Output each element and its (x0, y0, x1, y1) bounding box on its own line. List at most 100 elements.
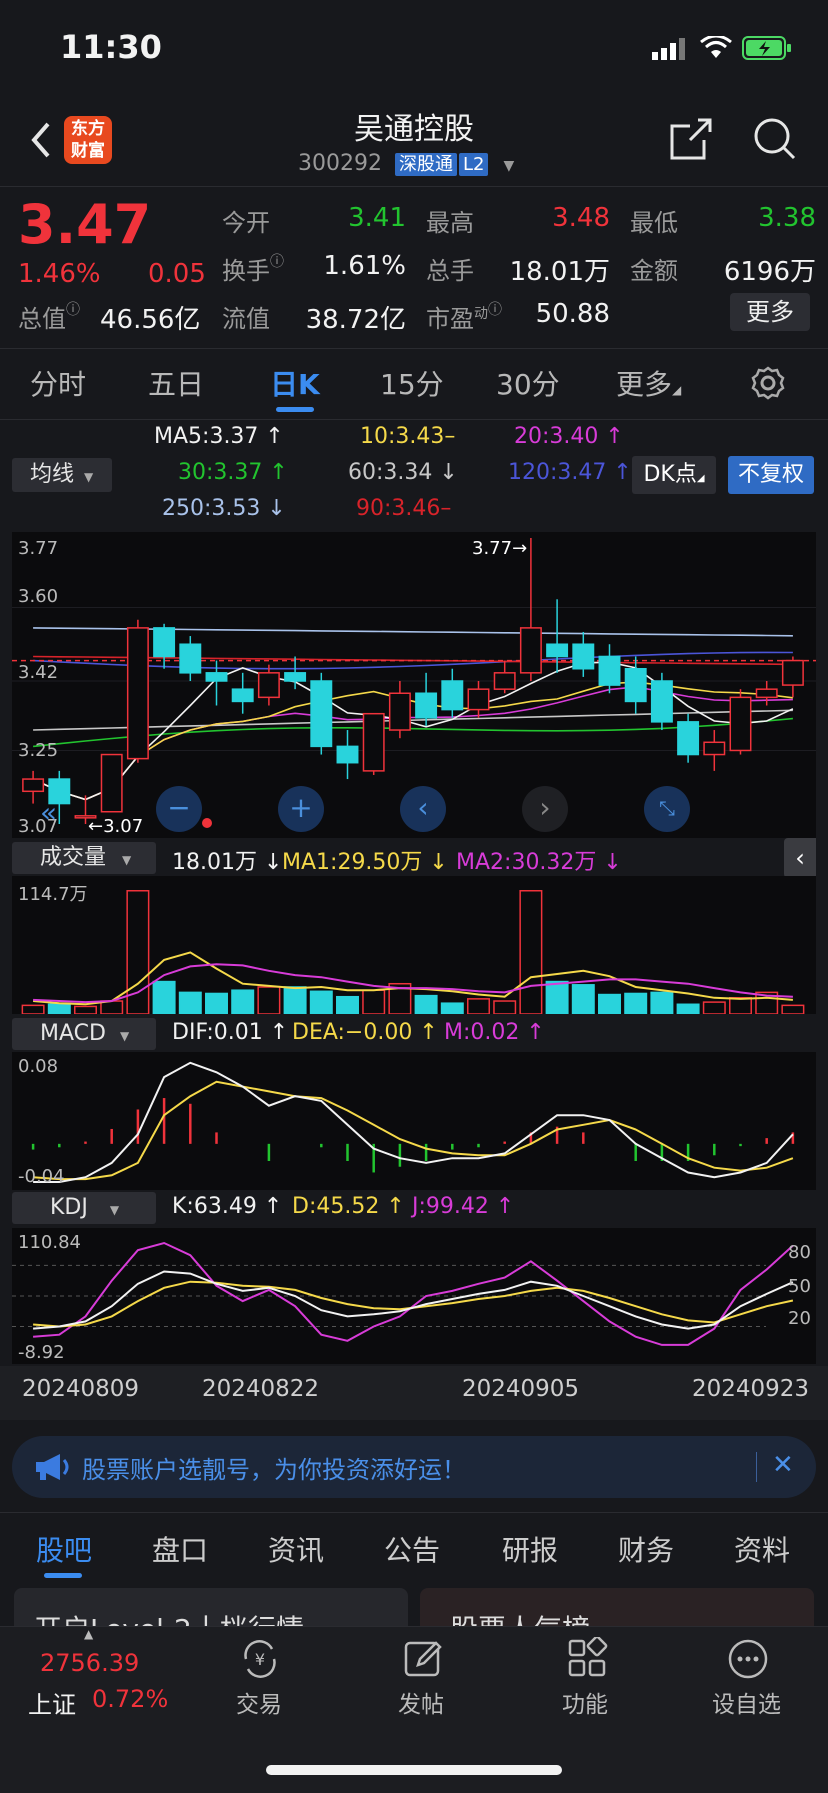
volume-value: 18.01万 ↓ (172, 850, 283, 875)
promo-banner[interactable]: 股票账户选靓号，为你投资添好运！ ✕ (12, 1436, 816, 1498)
adjust-button[interactable]: 不复权 (728, 456, 814, 494)
macd-axis-max: 0.08 (18, 1056, 59, 1077)
up-arrow-icon: ▲ (84, 1627, 94, 1641)
tab-wuri[interactable]: 五日 (148, 363, 204, 403)
volume-ma1: MA1:29.50万 ↓ (282, 850, 448, 875)
dk-button[interactable]: DK点◢ (632, 456, 716, 494)
volume-bar (336, 995, 359, 1014)
megaphone-icon (32, 1452, 72, 1482)
bottom-bar: ▲ 2756.39 上证 0.72% ¥ 交易 发帖 功能 设自选 (0, 1626, 828, 1793)
scroll-left-double-icon[interactable]: « (40, 796, 57, 829)
ma90-legend: 90:3.46– (356, 496, 452, 521)
volume-bar (100, 1000, 124, 1014)
candle-body (362, 712, 385, 772)
add-watchlist-icon[interactable] (726, 1637, 770, 1681)
level2-card[interactable]: 开启Level-2十档行情 (14, 1588, 408, 1628)
tab-guba[interactable]: 股吧 (36, 1529, 92, 1569)
low-value: 3.38 (758, 203, 816, 233)
index-name: 上证 (28, 1691, 76, 1719)
volume-bar (205, 992, 228, 1014)
more-button[interactable]: 更多 (730, 293, 810, 331)
open-label: 今开 (222, 209, 270, 237)
ma120-legend: 120:3.47 ↑ (508, 460, 632, 485)
post-icon[interactable] (402, 1637, 446, 1681)
ma5-legend: MA5:3.37 ↑ (154, 424, 284, 449)
post-label[interactable]: 发帖 (398, 1685, 444, 1719)
search-icon[interactable] (752, 116, 798, 162)
zoom-out-button[interactable]: − (156, 786, 202, 832)
watchlist-label[interactable]: 设自选 (712, 1685, 781, 1719)
volume-bar (781, 1004, 805, 1014)
trade-icon[interactable]: ¥ (238, 1637, 282, 1681)
info-icon[interactable]: ⓘ (270, 254, 284, 270)
info-icon[interactable]: ⓘ (66, 302, 80, 318)
info-icon[interactable]: ⓘ (488, 302, 502, 318)
macd-chart[interactable] (12, 1052, 816, 1190)
candle-body (546, 643, 569, 658)
tab-yanbao[interactable]: 研报 (502, 1529, 558, 1569)
close-icon[interactable]: ✕ (772, 1450, 794, 1480)
collapse-panel-button[interactable]: ‹ (784, 838, 816, 878)
panel-background (12, 1052, 816, 1190)
scroll-left-button[interactable]: ‹ (400, 786, 446, 832)
tab-30min[interactable]: 30分 (496, 363, 560, 403)
tab-more[interactable]: 更多◢ (616, 363, 681, 403)
tab-zixun[interactable]: 资讯 (268, 1529, 324, 1569)
macd-m: M:0.02 ↑ (444, 1020, 545, 1045)
index-change: 0.72% (92, 1685, 169, 1713)
share-icon[interactable] (668, 116, 714, 162)
volume-chart[interactable] (12, 876, 816, 1014)
candle-body (441, 680, 464, 711)
fullscreen-button[interactable]: ⤡ (644, 786, 690, 832)
current-price: 3.47 (18, 193, 152, 256)
ma-selector[interactable]: 均线 ▼ (12, 458, 112, 492)
functions-label[interactable]: 功能 (562, 1685, 608, 1719)
volume-bar (257, 986, 281, 1014)
tab-fenshi[interactable]: 分时 (30, 363, 86, 403)
candle-body (336, 745, 359, 764)
volume-bar (729, 997, 752, 1014)
tab-gonggao[interactable]: 公告 (384, 1529, 440, 1569)
macd-selector[interactable]: MACD ▼ (12, 1018, 156, 1050)
home-indicator (266, 1765, 562, 1775)
candle-body (231, 688, 254, 703)
tab-ziliao[interactable]: 资料 (734, 1529, 790, 1569)
stock-code-row[interactable]: 300292 深股通 L2 ▼ (298, 150, 514, 176)
kline-axis-y4: 3.25 (18, 740, 59, 761)
corner-arrow-icon: ◢ (696, 473, 705, 484)
kdj-ref-80: 80 (788, 1242, 811, 1263)
stock-code: 300292 (298, 151, 382, 176)
volume-selector[interactable]: 成交量 ▼ (12, 842, 156, 874)
zoom-in-button[interactable]: + (278, 786, 324, 832)
volume-bar (467, 998, 490, 1014)
date-label: 20240809 (22, 1376, 140, 1402)
trade-label[interactable]: 交易 (236, 1685, 282, 1719)
active-info-indicator (44, 1573, 82, 1578)
date-label: 20240905 (462, 1376, 580, 1402)
quote-panel: 3.47 1.46% 0.05 总值ⓘ 46.56亿 今开 3.41 最高 3.… (0, 186, 828, 347)
index-value[interactable]: 2756.39 (40, 1649, 139, 1677)
kdj-selector[interactable]: KDJ ▼ (12, 1192, 156, 1224)
popularity-card[interactable]: 股票人气榜 (420, 1588, 814, 1628)
volume-ma2: MA2:30.32万 ↓ (456, 850, 622, 875)
tab-caiwu[interactable]: 财务 (618, 1529, 674, 1569)
period-tabs: 分时 五日 日K 15分 30分 更多◢ (0, 348, 828, 420)
wifi-icon (700, 34, 732, 60)
volume-bar (702, 1001, 726, 1014)
candle-body (257, 672, 280, 699)
volume-bar (650, 991, 674, 1014)
functions-icon[interactable] (566, 1635, 610, 1681)
banner-divider (756, 1452, 757, 1482)
tab-15min[interactable]: 15分 (380, 363, 444, 403)
settings-icon[interactable] (750, 365, 786, 401)
scroll-right-button[interactable]: › (522, 786, 568, 832)
status-time: 11:30 (60, 28, 162, 66)
candle-body (677, 721, 700, 756)
tab-rik[interactable]: 日K (270, 363, 320, 403)
candle-body (205, 672, 228, 682)
tab-pankou[interactable]: 盘口 (152, 1529, 208, 1569)
volume-bar (676, 1003, 700, 1014)
volume-value: 18.01万 (509, 257, 610, 287)
volume-bar (414, 994, 438, 1014)
kdj-chart[interactable] (12, 1228, 816, 1364)
